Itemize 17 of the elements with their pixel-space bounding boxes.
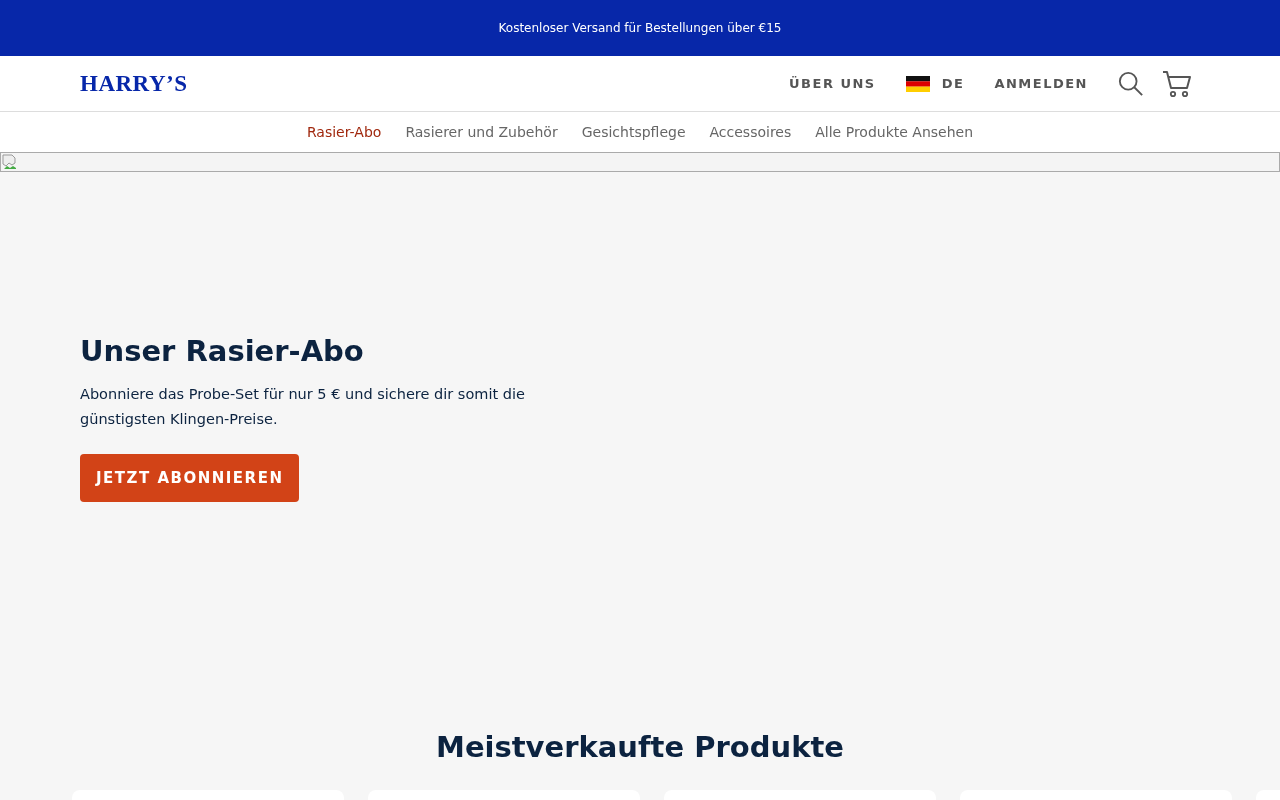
section-title: Meistverkaufte Produkte [435,730,845,766]
subscribe-button[interactable]: JETZT ABONNIEREN [80,454,300,502]
flag-icon [905,75,930,92]
nav-tab[interactable]: Rasierer und Zubehör [405,124,558,140]
header-link[interactable]: ANMELDEN [994,76,1088,91]
logo[interactable]: HARRY’S [80,70,188,97]
nav-tab[interactable]: Rasier-Abo [306,124,382,140]
nav-tab[interactable]: Gesichtspflege [581,124,686,140]
nav-tab[interactable]: Accessoires [709,124,792,140]
hero-text: Abonniere das Probe-Set für nur 5 € und sichere dir somit die günstigsten Klingen-Preise. [80,385,526,429]
nav-tab[interactable]: Alle Produkte Ansehen [815,124,974,140]
hero-title: Unser Rasier-Abo [80,334,365,368]
promo-text: Kostenloser Versand für Bestellungen über €15 [498,21,782,35]
cart-icon[interactable] [1162,69,1192,98]
header-link[interactable]: ÜBER UNS [789,76,876,91]
search-icon[interactable] [1118,70,1144,97]
language-selector[interactable]: DE [905,75,965,92]
